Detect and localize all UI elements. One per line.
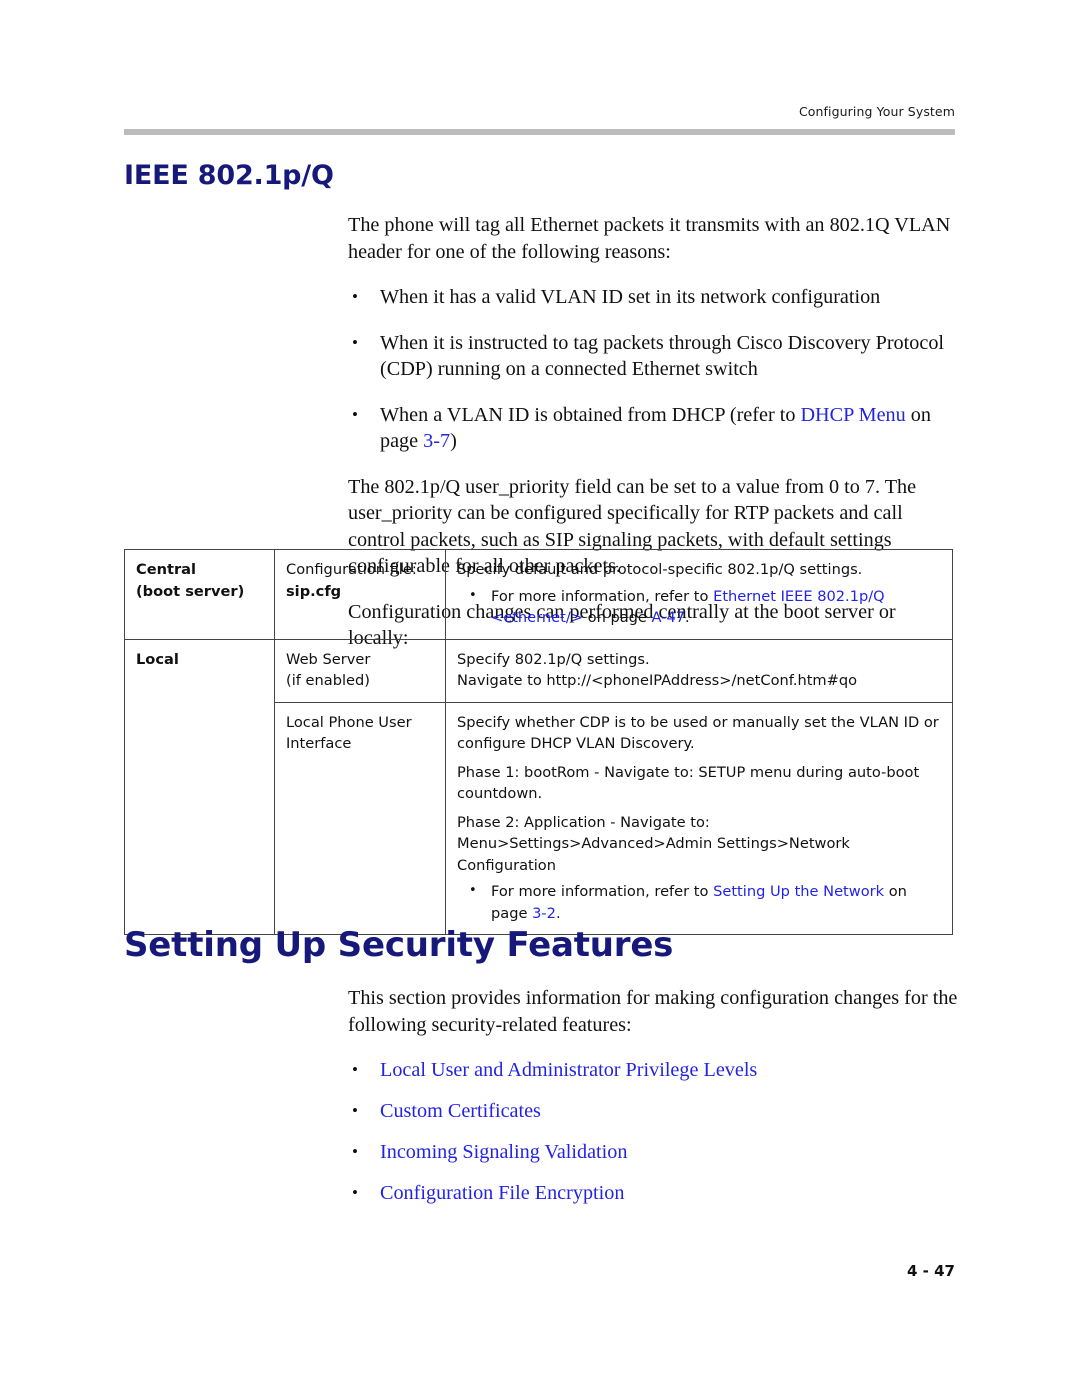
list-item: For more information, refer to Setting U… <box>457 880 941 924</box>
bullet-text-prefix: For more information, refer to <box>491 883 714 900</box>
link-custom-certificates[interactable]: Custom Certificates <box>380 1100 541 1122</box>
method-value: Interface <box>286 735 352 752</box>
link-page-3-7[interactable]: 3-7 <box>423 430 450 452</box>
bullet-text-prefix: When a VLAN ID is obtained from DHCP (re… <box>380 403 801 426</box>
bullet-text-prefix: For more information, refer to <box>491 587 714 605</box>
desc-navigate: Navigate to http://<phoneIPAddress>/netC… <box>457 672 858 689</box>
scope-sublabel: (boot server) <box>136 582 245 600</box>
cell-scope-local: Local <box>124 638 275 935</box>
desc-phase-2-intro: Phase 2: Application - Navigate to: <box>457 813 710 831</box>
section-heading-ieee: IEEE 802.1p/Q <box>124 160 334 191</box>
configuration-methods-table: Central (boot server) Configuration file… <box>124 549 953 935</box>
link-page-3-2[interactable]: 3-2 <box>532 905 556 922</box>
desc-phase-2-path: Menu>Settings>Advanced>Admin Settings>Ne… <box>457 835 850 874</box>
cell-method-web-server: Web Server (if enabled) <box>274 638 446 703</box>
document-page: Configuring Your System IEEE 802.1p/Q Th… <box>0 0 1080 1397</box>
cell-bullet-list: For more information, refer to Setting U… <box>457 880 941 924</box>
table-row: Central (boot server) Configuration file… <box>124 549 953 640</box>
running-header: Configuring Your System <box>798 104 955 119</box>
list-item: Local User and Administrator Privilege L… <box>348 1057 958 1083</box>
link-configuration-file-encryption[interactable]: Configuration File Encryption <box>380 1182 624 1204</box>
list-item: When a VLAN ID is obtained from DHCP (re… <box>348 402 958 455</box>
bullet-text-middle: on page <box>583 609 652 626</box>
table-row: Local Web Server (if enabled) Specify 80… <box>124 638 953 935</box>
cell-scope-central: Central (boot server) <box>124 549 275 640</box>
link-local-user-admin-privilege-levels[interactable]: Local User and Administrator Privilege L… <box>380 1059 757 1081</box>
method-label: Configuration file: <box>286 561 417 578</box>
link-incoming-signaling-validation[interactable]: Incoming Signaling Validation <box>380 1141 627 1163</box>
ieee-intro-paragraph: The phone will tag all Ethernet packets … <box>348 214 951 263</box>
bullet-text: When it has a valid VLAN ID set in its n… <box>380 286 881 308</box>
cell-desc-web-server: Specify 802.1p/Q settings. Navigate to h… <box>445 638 953 703</box>
scope-label: Central <box>136 561 197 578</box>
cell-bullet-list: For more information, refer to Ethernet … <box>457 585 941 629</box>
scope-label: Local <box>136 650 179 668</box>
method-value: (if enabled) <box>286 672 370 689</box>
cell-method-central: Configuration file: sip.cfg <box>274 549 446 640</box>
list-item: Custom Certificates <box>348 1098 958 1124</box>
list-item: Configuration File Encryption <box>348 1180 958 1206</box>
method-value: sip.cfg <box>286 582 342 600</box>
bullet-text-suffix: . <box>555 904 561 922</box>
desc-intro: Specify whether CDP is to be used or man… <box>457 713 939 753</box>
cell-desc-central: Specify default and protocol-specific 80… <box>445 549 953 640</box>
security-body-column: This section provides information for ma… <box>348 985 958 1221</box>
ieee-bullet-list: When it has a valid VLAN ID set in its n… <box>348 284 958 455</box>
list-item: For more information, refer to Ethernet … <box>457 585 941 629</box>
method-label: Local Phone User <box>286 713 412 731</box>
security-links-list: Local User and Administrator Privilege L… <box>348 1057 958 1206</box>
list-item: Incoming Signaling Validation <box>348 1139 958 1165</box>
cell-desc-phone-ui: Specify whether CDP is to be used or man… <box>445 701 953 935</box>
cell-method-phone-ui: Local Phone User Interface <box>274 701 446 935</box>
security-intro-paragraph: This section provides information for ma… <box>348 987 958 1036</box>
bullet-text: When it is instructed to tag packets thr… <box>380 331 945 381</box>
section-heading-security: Setting Up Security Features <box>124 925 674 965</box>
method-label: Web Server <box>286 650 371 668</box>
link-setting-up-the-network[interactable]: Setting Up the Network <box>713 883 884 900</box>
bullet-text-suffix: . <box>685 609 690 626</box>
link-dhcp-menu[interactable]: DHCP Menu <box>800 404 905 426</box>
desc-intro: Specify 802.1p/Q settings. <box>457 650 650 668</box>
list-item: When it is instructed to tag packets thr… <box>348 330 958 383</box>
bullet-text-suffix: ) <box>450 430 457 452</box>
header-rule-divider <box>124 129 955 135</box>
link-page-a-47[interactable]: A-47 <box>652 609 686 626</box>
desc-phase-1: Phase 1: bootRom - Navigate to: SETUP me… <box>457 763 920 803</box>
list-item: When it has a valid VLAN ID set in its n… <box>348 284 958 311</box>
footer-page-number: 4 - 47 <box>907 1262 955 1280</box>
desc-intro: Specify default and protocol-specific 80… <box>457 561 863 578</box>
